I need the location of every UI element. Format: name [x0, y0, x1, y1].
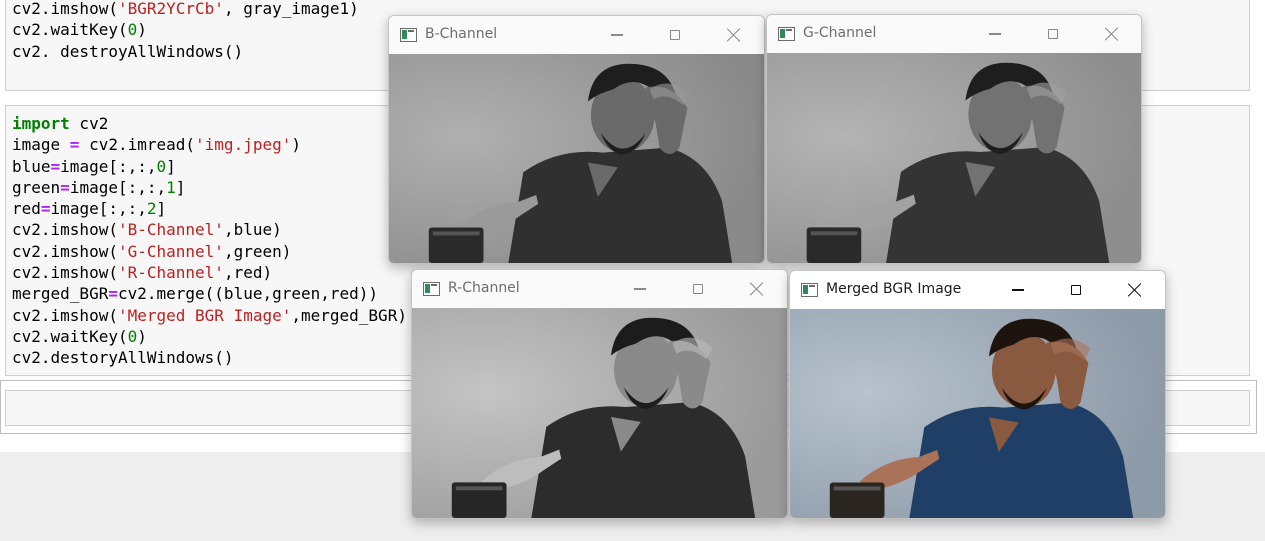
window-title: Merged BGR Image [826, 281, 962, 297]
close-button[interactable] [737, 276, 777, 302]
maximize-icon [1071, 285, 1081, 295]
minimize-icon [634, 288, 646, 290]
code-line[interactable]: cv2.waitKey(0) [12, 20, 147, 39]
code-line[interactable]: cv2. destroyAllWindows() [12, 42, 243, 61]
code-line[interactable]: cv2.imshow('B-Channel',blue) [12, 220, 282, 239]
window-g-channel[interactable]: G-Channel [766, 14, 1142, 264]
titlebar[interactable]: Merged BGR Image [790, 271, 1165, 309]
titlebar[interactable]: G-Channel [767, 15, 1141, 53]
maximize-icon [693, 284, 703, 294]
maximize-button[interactable] [655, 22, 695, 48]
image-canvas [389, 54, 764, 263]
close-button[interactable] [1115, 277, 1155, 303]
maximize-button[interactable] [1056, 277, 1096, 303]
opencv-window-icon [801, 283, 818, 297]
window-title: B-Channel [425, 26, 498, 42]
code-line[interactable]: cv2.waitKey(0) [12, 327, 147, 346]
close-icon [1128, 283, 1142, 297]
close-button[interactable] [1092, 21, 1132, 47]
window-r-channel[interactable]: R-Channel [411, 269, 788, 519]
close-icon [1105, 27, 1119, 41]
minimize-icon [989, 33, 1001, 35]
window-title: R-Channel [448, 280, 520, 296]
code-line[interactable]: image = cv2.imread('img.jpeg') [12, 135, 301, 154]
code-line[interactable]: red=image[:,:,2] [12, 199, 166, 218]
close-button[interactable] [714, 22, 754, 48]
minimize-button[interactable] [998, 277, 1038, 303]
code-line[interactable]: blue=image[:,:,0] [12, 157, 176, 176]
maximize-button[interactable] [1033, 21, 1073, 47]
code-line[interactable]: import cv2 [12, 114, 108, 133]
maximize-button[interactable] [678, 276, 718, 302]
code-line[interactable]: cv2.imshow('G-Channel',green) [12, 242, 291, 261]
code-line[interactable]: cv2.imshow('Merged BGR Image',merged_BGR… [12, 306, 407, 325]
maximize-icon [1048, 29, 1058, 39]
code-line[interactable]: merged_BGR=cv2.merge((blue,green,red)) [12, 284, 378, 303]
close-icon [727, 28, 741, 42]
image-canvas [790, 309, 1165, 518]
code-previous[interactable]: cv2.imshow('BGR2YCrCb', gray_image1) cv2… [12, 0, 359, 62]
minimize-icon [1012, 289, 1024, 291]
close-icon [750, 282, 764, 296]
minimize-button[interactable] [975, 21, 1015, 47]
code-line[interactable]: cv2.imshow('BGR2YCrCb', gray_image1) [12, 0, 359, 18]
code-channels[interactable]: import cv2 image = cv2.imread('img.jpeg'… [12, 113, 407, 369]
window-title: G-Channel [803, 25, 877, 41]
image-canvas [767, 53, 1141, 263]
image-canvas [412, 308, 787, 518]
minimize-button[interactable] [620, 276, 660, 302]
opencv-window-icon [778, 27, 795, 41]
code-line[interactable]: green=image[:,:,1] [12, 178, 185, 197]
code-line[interactable]: cv2.destoryAllWindows() [12, 348, 234, 367]
titlebar[interactable]: R-Channel [412, 270, 787, 308]
window-b-channel[interactable]: B-Channel [388, 15, 765, 264]
opencv-window-icon [400, 28, 417, 42]
opencv-window-icon [423, 282, 440, 296]
window-merged-bgr[interactable]: Merged BGR Image [789, 270, 1166, 519]
maximize-icon [670, 30, 680, 40]
minimize-icon [611, 34, 623, 36]
code-line[interactable]: cv2.imshow('R-Channel',red) [12, 263, 272, 282]
minimize-button[interactable] [597, 22, 637, 48]
titlebar[interactable]: B-Channel [389, 16, 764, 54]
